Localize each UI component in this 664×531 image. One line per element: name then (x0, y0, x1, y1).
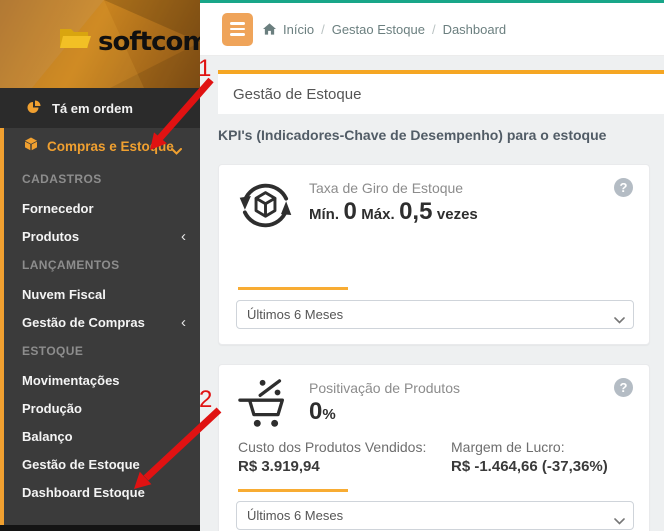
breadcrumb-gestao-estoque[interactable]: Gestao Estoque (332, 22, 425, 37)
kpi-card-taxa-de-giro: Taxa de Giro de Estoque Mín. 0 Máx. 0,5 … (218, 164, 650, 345)
chevron-left-icon: ‹ (181, 315, 186, 330)
chevron-down-icon (171, 142, 182, 160)
metric-value: R$ -1.464,66 (-37,36%) (451, 458, 608, 475)
sidebar-section-lancamentos: LANÇAMENTOS (4, 250, 200, 280)
chevron-left-icon: ‹ (181, 229, 186, 244)
menu-toggle-button[interactable] (222, 13, 253, 46)
max-label: Máx. (361, 206, 394, 223)
sidebar-item-label: Balanço (22, 429, 73, 444)
sidebar-item-label: Produtos (22, 229, 79, 244)
cube-icon (24, 137, 38, 156)
help-icon[interactable]: ? (614, 178, 633, 197)
inventory-turnover-icon (238, 178, 293, 233)
min-label: Mín. (309, 206, 339, 223)
max-value: 0,5 (399, 198, 432, 225)
card-value: 0% (309, 398, 336, 426)
status-item-label: Tá em ordem (52, 101, 133, 116)
pie-chart-icon (26, 99, 42, 118)
sidebar-menu: Compras e Estoque CADASTROS Fornecedor P… (0, 128, 200, 525)
menu-icon (230, 28, 245, 31)
app-window: softcom Tá em ordem (0, 0, 664, 531)
metric-label: Margem de Lucro: (451, 439, 608, 455)
min-value: 0 (343, 198, 356, 225)
sidebar-item-fornecedor[interactable]: Fornecedor (4, 194, 200, 222)
breadcrumb-separator: / (321, 22, 325, 37)
breadcrumb-current: Dashboard (443, 22, 507, 37)
metric-margem-lucro: Margem de Lucro: R$ -1.464,66 (-37,36%) (451, 439, 608, 475)
sidebar-item-label: Nuvem Fiscal (22, 287, 106, 302)
card-value: Mín. 0 Máx. 0,5 vezes (309, 198, 478, 226)
metric-label: Custo dos Produtos Vendidos: (238, 439, 426, 455)
sidebar-item-gestao-de-estoque[interactable]: Gestão de Estoque (4, 450, 200, 478)
home-icon (263, 23, 276, 35)
breadcrumb: Início / Gestao Estoque / Dashboard (263, 22, 506, 37)
value-unit: vezes (437, 206, 478, 223)
period-select[interactable]: Últimos 6 Meses (236, 501, 634, 530)
sidebar-section-estoque: ESTOQUE (4, 336, 200, 366)
sidebar-item-nuvem-fiscal[interactable]: Nuvem Fiscal (4, 280, 200, 308)
card-title: Taxa de Giro de Estoque (309, 180, 463, 196)
menu-icon (230, 33, 245, 36)
logo-wordmark: softcom (98, 27, 200, 57)
card-accent-underline (238, 489, 348, 492)
percent-unit: % (322, 406, 335, 423)
page-title: Gestão de Estoque (233, 86, 361, 103)
folder-icon (58, 26, 92, 57)
sidebar-footer-strip (0, 525, 200, 531)
annotation-number-1: 1 (198, 55, 211, 82)
sidebar-item-compras-e-estoque[interactable]: Compras e Estoque (4, 128, 200, 164)
sidebar-item-gestao-de-compras[interactable]: Gestão de Compras ‹ (4, 308, 200, 336)
annotation-number-2: 2 (199, 386, 212, 413)
sidebar-item-label: Produção (22, 401, 82, 416)
card-accent-underline (238, 287, 348, 290)
cart-percent-icon (238, 378, 293, 433)
period-select-wrap: Últimos 6 Meses (236, 501, 634, 530)
sidebar-item-produtos[interactable]: Produtos ‹ (4, 222, 200, 250)
sidebar: softcom Tá em ordem (0, 0, 200, 531)
sidebar-item-dashboard-estoque[interactable]: Dashboard Estoque (4, 478, 200, 506)
period-select-wrap: Últimos 6 Meses (236, 300, 634, 329)
parent-item-label: Compras e Estoque (47, 139, 174, 154)
breadcrumb-home[interactable]: Início (283, 22, 314, 37)
sidebar-item-movimentacoes[interactable]: Movimentações (4, 366, 200, 394)
sidebar-item-label: Gestão de Estoque (22, 457, 140, 472)
period-select[interactable]: Últimos 6 Meses (236, 300, 634, 329)
help-icon[interactable]: ? (614, 378, 633, 397)
softcom-logo[interactable]: softcom (58, 26, 200, 57)
sidebar-section-cadastros: CADASTROS (4, 164, 200, 194)
metric-value: R$ 3.919,94 (238, 458, 426, 475)
percent-value: 0 (309, 398, 322, 425)
metric-custo-produtos: Custo dos Produtos Vendidos: R$ 3.919,94 (238, 439, 426, 475)
sidebar-item-label: Gestão de Compras (22, 315, 145, 330)
kpi-section-heading: KPI's (Indicadores-Chave de Desempenho) … (218, 127, 606, 143)
topbar: Início / Gestao Estoque / Dashboard (200, 3, 664, 56)
sidebar-item-ta-em-ordem[interactable]: Tá em ordem (0, 88, 200, 128)
breadcrumb-separator: / (432, 22, 436, 37)
menu-icon (230, 22, 245, 25)
card-title: Positivação de Produtos (309, 380, 460, 396)
sidebar-item-producao[interactable]: Produção (4, 394, 200, 422)
brand-header: softcom (0, 0, 200, 88)
sidebar-item-label: Fornecedor (22, 201, 94, 216)
kpi-card-positivacao: Positivação de Produtos 0% ? Custo dos P… (218, 364, 650, 531)
sidebar-item-label: Dashboard Estoque (22, 485, 145, 500)
page-header-panel: Gestão de Estoque (218, 70, 664, 114)
sidebar-item-balanco[interactable]: Balanço (4, 422, 200, 450)
sidebar-item-label: Movimentações (22, 373, 120, 388)
